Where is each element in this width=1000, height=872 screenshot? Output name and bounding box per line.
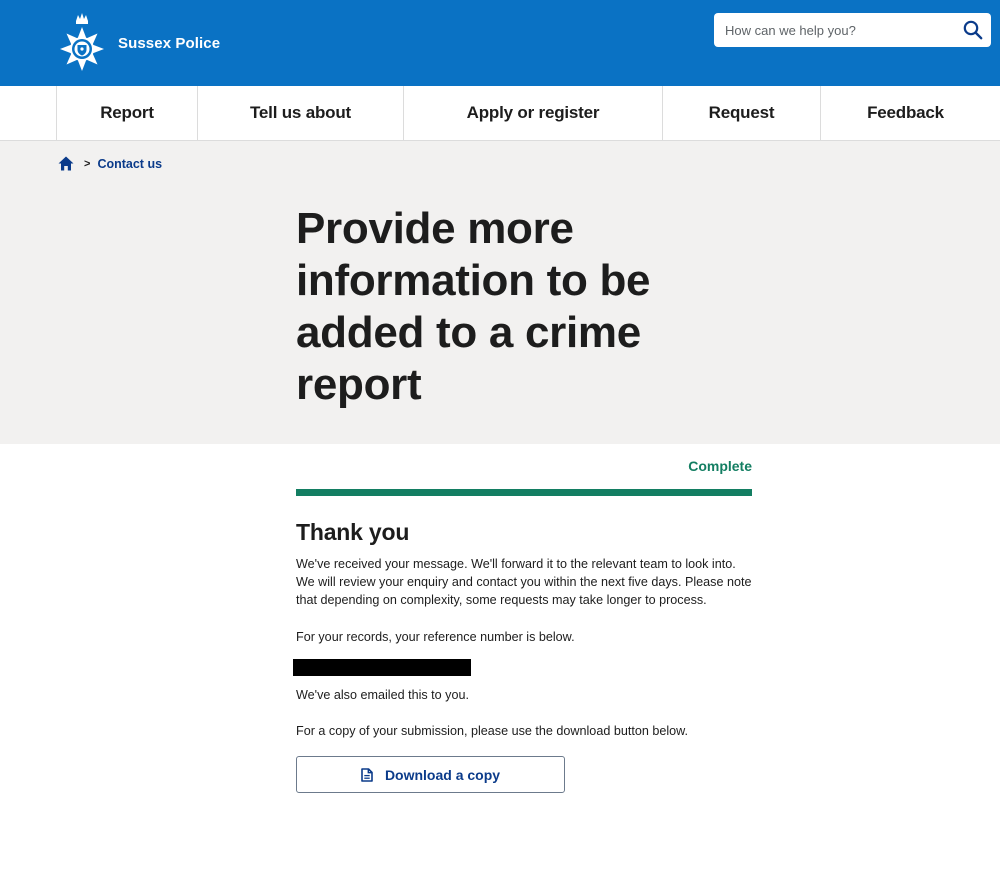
- search-button[interactable]: [955, 13, 991, 47]
- nav-item-apply-or-register[interactable]: Apply or register: [403, 86, 662, 140]
- search-box: [714, 13, 991, 47]
- nav-item-report[interactable]: Report: [56, 86, 197, 140]
- search-input[interactable]: [714, 15, 955, 45]
- download-intro: For a copy of your submission, please us…: [296, 724, 689, 739]
- home-icon: [58, 156, 74, 171]
- reference-intro: For your records, your reference number …: [296, 629, 575, 644]
- download-copy-button[interactable]: Download a copy: [296, 756, 565, 794]
- document-icon: [361, 767, 373, 782]
- confirmation-panel: Complete Thank you We've received your m…: [293, 443, 752, 794]
- progress-bar: [296, 489, 752, 496]
- progress-status: Complete: [688, 458, 752, 474]
- nav-item-feedback[interactable]: Feedback: [820, 86, 990, 140]
- nav-item-tell-us-about[interactable]: Tell us about: [197, 86, 403, 140]
- nav-item-request[interactable]: Request: [662, 86, 820, 140]
- breadcrumb: > Contact us: [58, 156, 162, 171]
- breadcrumb-contact-us[interactable]: Contact us: [97, 157, 162, 171]
- progress-bar-fill: [296, 489, 752, 496]
- confirmation-heading: Thank you: [296, 519, 410, 545]
- police-crest-icon: [60, 13, 104, 71]
- download-copy-label: Download a copy: [384, 766, 501, 783]
- breadcrumb-home-link[interactable]: [58, 156, 74, 171]
- site-header: Sussex Police: [0, 0, 1000, 86]
- reference-number-redacted: [293, 658, 471, 676]
- brand-name: Sussex Police: [118, 34, 221, 52]
- home-logo-link[interactable]: Sussex Police: [56, 8, 220, 78]
- confirmation-message: We've received your message. We'll forwa…: [296, 557, 752, 608]
- page-hero: > Contact us Provide more information to…: [0, 141, 1000, 444]
- page-title: Provide more information to be added to …: [296, 204, 651, 409]
- emailed-note: We've also emailed this to you.: [296, 687, 469, 702]
- breadcrumb-separator: >: [84, 157, 91, 170]
- search-icon: [963, 20, 983, 40]
- main-nav: Report Tell us about Apply or register R…: [0, 86, 1000, 141]
